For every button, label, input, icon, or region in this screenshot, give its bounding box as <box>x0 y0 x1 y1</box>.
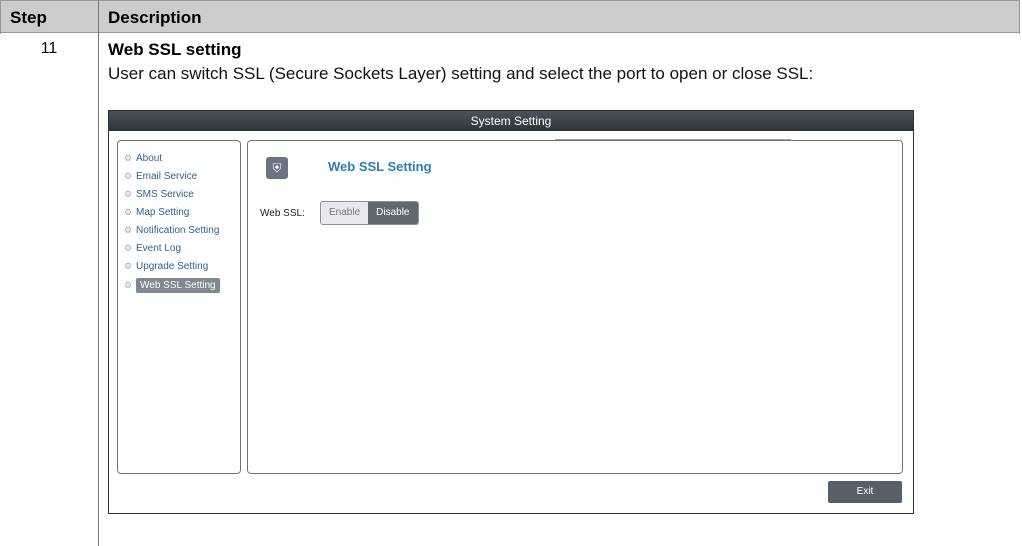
sidebar-item-email-service[interactable]: ⚙ Email Service <box>124 168 197 184</box>
sidebar-item-label: Map Setting <box>136 206 190 218</box>
sidebar-item-web-ssl-setting[interactable]: ⚙ Web SSL Setting <box>124 277 220 293</box>
step-number: 11 <box>40 40 58 57</box>
sidebar-item-label: Upgrade Setting <box>136 260 209 272</box>
column-divider <box>98 0 99 546</box>
step-description: User can switch SSL (Secure Sockets Laye… <box>108 64 814 83</box>
window-title: System Setting <box>109 111 913 131</box>
gear-icon: ⚙ <box>124 224 133 235</box>
header-step: Step <box>10 8 47 27</box>
sidebar-item-about[interactable]: ⚙ About <box>124 150 162 166</box>
settings-sidebar: ⚙ About ⚙ Email Service ⚙ SMS Service ⚙ … <box>117 140 241 474</box>
gear-icon: ⚙ <box>124 152 133 163</box>
sidebar-item-label: Email Service <box>136 170 198 182</box>
enable-option[interactable]: Enable <box>321 202 369 224</box>
gear-icon: ⚙ <box>124 260 133 271</box>
gear-icon: ⚙ <box>124 170 133 181</box>
gear-icon: ⚙ <box>124 279 133 290</box>
panel-title: Web SSL Setting <box>328 159 432 174</box>
sidebar-item-label: About <box>136 152 163 164</box>
sidebar-item-sms-service[interactable]: ⚙ SMS Service <box>124 186 194 202</box>
header-description: Description <box>108 8 202 27</box>
web-ssl-panel: ⛨ Web SSL Setting Web SSL: Enable Disabl… <box>247 140 903 474</box>
gear-icon: ⚙ <box>124 242 133 253</box>
sidebar-item-event-log[interactable]: ⚙ Event Log <box>124 240 181 256</box>
system-setting-window: System Setting ⚙ About ⚙ Email Service ⚙… <box>108 110 914 514</box>
web-ssl-label: Web SSL: <box>260 208 305 219</box>
sidebar-item-label: Notification Setting <box>136 224 220 236</box>
step-title: Web SSL setting <box>108 40 242 59</box>
table-border-right <box>1019 1 1020 34</box>
sidebar-item-map-setting[interactable]: ⚙ Map Setting <box>124 204 189 220</box>
sidebar-item-label: Event Log <box>136 242 182 254</box>
ssl-shield-icon: ⛨ <box>266 157 288 179</box>
gear-icon: ⚙ <box>124 206 133 217</box>
web-ssl-toggle: Enable Disable <box>320 201 419 225</box>
table-header-row: Step Description <box>0 0 1020 34</box>
sidebar-item-label: Web SSL Setting <box>136 277 220 293</box>
disable-option[interactable]: Disable <box>368 202 418 224</box>
instruction-table: Step Description 11 Web SSL setting User… <box>0 0 1020 546</box>
gear-icon: ⚙ <box>124 188 133 199</box>
exit-button[interactable]: Exit <box>828 481 902 503</box>
sidebar-item-notification-setting[interactable]: ⚙ Notification Setting <box>124 222 219 238</box>
table-border-left <box>0 1 1 34</box>
sidebar-item-upgrade-setting[interactable]: ⚙ Upgrade Setting <box>124 258 208 274</box>
sidebar-item-label: SMS Service <box>136 188 194 200</box>
